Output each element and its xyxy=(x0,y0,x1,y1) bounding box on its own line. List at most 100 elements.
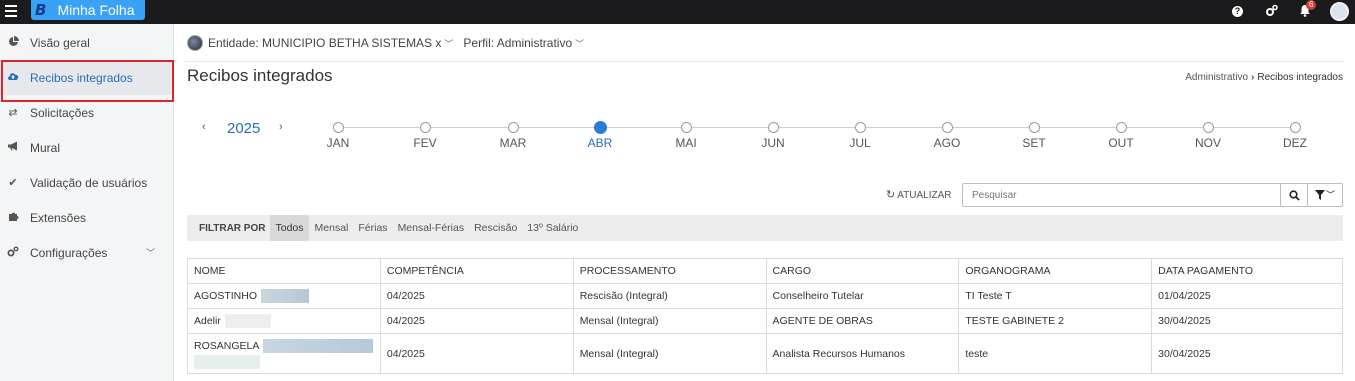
chevron-down-icon[interactable]: ﹀ xyxy=(575,37,584,50)
month-out[interactable]: OUT xyxy=(1101,122,1141,150)
profile-selector[interactable]: Perfil: Administrativo xyxy=(463,36,572,50)
sidebar-item-visao-geral[interactable]: Visão geral xyxy=(0,25,173,60)
menu-icon[interactable] xyxy=(5,5,17,17)
month-dot xyxy=(1202,122,1214,133)
month-label: JUL xyxy=(849,136,871,150)
month-abr[interactable]: ABR xyxy=(580,121,620,150)
column-header-organograma[interactable]: ORGANOGRAMA xyxy=(958,258,1153,284)
megaphone-icon xyxy=(4,141,22,154)
month-mai[interactable]: MAI xyxy=(666,122,706,150)
app-name: Minha Folha xyxy=(57,2,135,18)
cell-competencia: 04/2025 xyxy=(380,283,574,309)
month-mar[interactable]: MAR xyxy=(493,122,533,150)
sidebar-item-mural[interactable]: Mural xyxy=(0,130,173,165)
filter-option-rescisao[interactable]: Rescisão xyxy=(470,215,521,241)
sidebar-item-validacao-usuarios[interactable]: ✔ Validação de usuários xyxy=(0,165,173,200)
brand-logo: B xyxy=(35,1,47,19)
month-dot xyxy=(854,122,866,133)
sidebar-item-label: Mural xyxy=(30,140,61,155)
month-fev[interactable]: FEV xyxy=(405,122,445,150)
month-dot xyxy=(1115,122,1127,133)
month-ago[interactable]: AGO xyxy=(927,122,967,150)
month-label: NOV xyxy=(1194,136,1221,150)
month-jan[interactable]: JAN xyxy=(318,122,358,150)
entity-logo-icon xyxy=(187,35,203,51)
chevron-down-icon[interactable]: ﹀ xyxy=(146,246,155,259)
main-content: Entidade: MUNICIPIO BETHA SISTEMAS x ﹀ P… xyxy=(175,24,1355,381)
check-icon: ✔ xyxy=(8,177,18,189)
cell-data-pagamento: 01/04/2025 xyxy=(1151,283,1343,309)
month-nov[interactable]: NOV xyxy=(1188,122,1228,150)
month-label: AGO xyxy=(933,136,961,150)
column-header-competencia[interactable]: COMPETÊNCIA xyxy=(380,258,574,284)
redacted-text xyxy=(224,314,271,328)
filter-option-todos[interactable]: Todos xyxy=(270,215,309,241)
recibos-table: NOME COMPETÊNCIA PROCESSAMENTO CARGO ORG… xyxy=(187,258,1343,374)
month-dot xyxy=(419,122,431,133)
month-label: MAI xyxy=(675,136,697,150)
filter-label: FILTRAR POR xyxy=(199,222,266,234)
month-label: JUN xyxy=(761,136,785,150)
previous-year-button[interactable]: ‹ xyxy=(202,121,206,133)
refresh-button[interactable]: ↻ ATUALIZAR xyxy=(886,188,952,201)
year-label: 2025 xyxy=(227,120,261,137)
pie-chart-icon xyxy=(4,35,22,50)
cell-processamento: Mensal (Integral) xyxy=(573,308,767,334)
divider xyxy=(185,61,1345,62)
cell-competencia: 04/2025 xyxy=(380,308,574,334)
app-brand[interactable]: B Minha Folha xyxy=(31,0,146,20)
cell-data-pagamento: 30/04/2025 xyxy=(1151,308,1343,334)
month-jul[interactable]: JUL xyxy=(840,122,880,150)
table-row[interactable]: Adelir 04/2025 Mensal (Integral) AGENTE … xyxy=(187,308,1343,334)
filter-option-ferias[interactable]: Férias xyxy=(354,215,391,241)
month-label: ABR xyxy=(587,136,613,150)
column-header-nome[interactable]: NOME xyxy=(187,258,381,284)
search-input[interactable] xyxy=(962,183,1281,207)
cell-processamento: Mensal (Integral) xyxy=(573,333,767,374)
avatar[interactable] xyxy=(1330,2,1349,21)
employee-name: ROSANGELA xyxy=(194,339,260,352)
table-row[interactable]: ROSANGELA 04/2025 Mensal (Integral) Anal… xyxy=(187,333,1343,374)
top-bar: B Minha Folha ? 6 xyxy=(0,0,1355,24)
search-button[interactable] xyxy=(1281,183,1308,207)
employee-name: AGOSTINHO xyxy=(194,289,258,302)
cell-nome: AGOSTINHO xyxy=(187,283,381,309)
column-header-processamento[interactable]: PROCESSAMENTO xyxy=(573,258,767,284)
table-row[interactable]: AGOSTINHO 04/2025 Rescisão (Integral) Co… xyxy=(187,283,1343,309)
sidebar-item-extensoes[interactable]: Extensões xyxy=(0,200,173,235)
cell-competencia: 04/2025 xyxy=(380,333,574,374)
sidebar-item-label: Configurações xyxy=(30,245,108,260)
filter-option-13-salario[interactable]: 13º Salário xyxy=(523,215,582,241)
sidebar-item-configuracoes[interactable]: Configurações ﹀ xyxy=(0,235,173,270)
month-jun[interactable]: JUN xyxy=(753,122,793,150)
month-set[interactable]: SET xyxy=(1014,122,1054,150)
advanced-filter-button[interactable]: ﹀ xyxy=(1308,183,1343,207)
settings-icon[interactable] xyxy=(1264,4,1278,18)
breadcrumb-parent[interactable]: Administrativo xyxy=(1185,72,1248,83)
cell-organograma: teste xyxy=(958,333,1153,374)
month-label: JAN xyxy=(326,136,350,150)
month-dot xyxy=(1028,122,1040,133)
cell-organograma: TESTE GABINETE 2 xyxy=(958,308,1153,334)
month-label: OUT xyxy=(1108,136,1134,150)
column-header-data-pagamento[interactable]: DATA PAGAMENTO xyxy=(1151,258,1343,284)
cell-cargo: AGENTE DE OBRAS xyxy=(766,308,960,334)
search-icon xyxy=(1288,190,1300,201)
filter-option-mensal[interactable]: Mensal xyxy=(311,215,353,241)
notification-badge: 6 xyxy=(1306,0,1317,10)
redacted-text xyxy=(261,289,310,303)
month-label: SET xyxy=(1022,136,1046,150)
chevron-down-icon[interactable]: ﹀ xyxy=(444,37,453,50)
month-dot-selected xyxy=(593,121,607,134)
sidebar-item-label: Visão geral xyxy=(30,35,90,50)
next-year-button[interactable]: › xyxy=(279,121,283,133)
puzzle-icon xyxy=(4,211,22,225)
cell-nome: ROSANGELA xyxy=(187,333,381,374)
month-dez[interactable]: DEZ xyxy=(1275,122,1315,150)
filter-option-mensal-ferias[interactable]: Mensal-Férias xyxy=(394,215,469,241)
help-icon[interactable]: ? xyxy=(1232,6,1243,17)
employee-name: Adelir xyxy=(194,314,221,327)
column-header-cargo[interactable]: CARGO xyxy=(766,258,960,284)
sidebar-item-label: Validação de usuários xyxy=(30,175,148,190)
entity-selector[interactable]: Entidade: MUNICIPIO BETHA SISTEMAS x xyxy=(208,36,441,50)
